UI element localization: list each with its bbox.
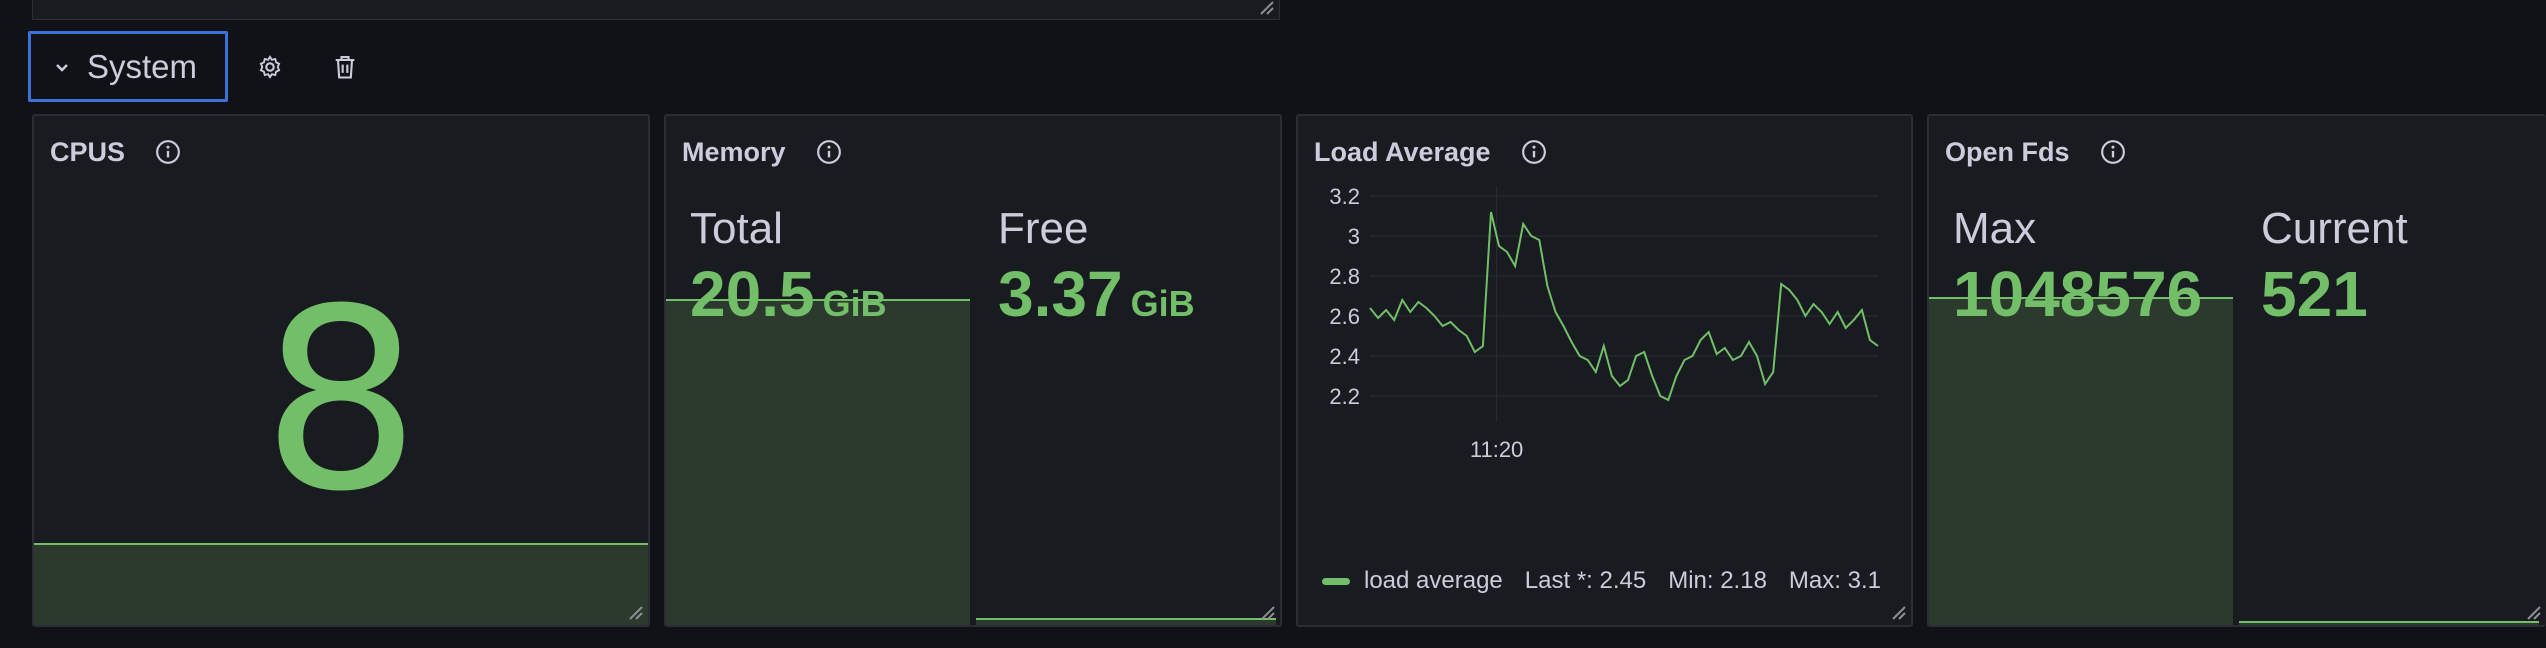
fds-max-sparkline-area [1929,297,2233,625]
chart-legend[interactable]: load average Last *: 2.45 Min: 2.18 Max:… [1322,567,1881,595]
legend-max: Max: 3.1 [1788,567,1881,594]
resize-handle-icon[interactable] [1255,0,1275,16]
y-tick-label: 2.2 [1329,384,1360,409]
memory-free-sparkline-area [976,618,1276,625]
info-icon[interactable] [155,139,181,165]
y-tick-label: 2.8 [1329,264,1360,289]
stat-value: 3.37 [998,258,1123,330]
memory-total-stat: Total 20.5 GiB [690,204,887,326]
stat-label: Max [1953,204,2037,253]
panel-open-fds: Open Fds Max 1048576 Current 521 [1927,114,2546,627]
panel-title: Open Fds [1945,136,2070,167]
y-tick-label: 2.6 [1329,304,1360,329]
memory-total-sparkline-area [666,299,970,625]
x-tick-label: 11:20 [1470,437,1523,462]
panel-load-average: Load Average 2.2 2.4 2.6 2.8 3 3.2 11:20 load … [1296,114,1913,627]
resize-handle-icon[interactable] [624,601,644,621]
fds-max-stat: Max 1048576 [1953,204,2202,326]
panel-title: CPUS [50,136,126,167]
cpu-count-value: 8 [261,255,421,546]
legend-swatch [1322,577,1350,585]
fds-current-sparkline-area [2239,621,2539,625]
row-delete-button[interactable] [327,49,363,85]
series-line-load-average[interactable] [1369,211,1879,402]
stat-label: Current [2261,204,2408,253]
fds-current-stat: Current 521 [2261,204,2408,326]
stat-unit: GiB [822,283,887,324]
panel-memory: Memory Total 20.5 GiB Free 3.37 GiB [664,114,1282,627]
stat-value: 20.5 [690,258,815,330]
resize-handle-icon[interactable] [1887,601,1907,621]
cpu-sparkline-area [34,543,648,625]
legend-last: Last *: 2.45 [1524,567,1647,594]
y-tick-label: 3.2 [1329,186,1360,209]
info-icon[interactable] [1521,139,1547,165]
y-tick-label: 2.4 [1329,344,1360,369]
row-settings-button[interactable] [252,49,288,85]
stat-label: Total [690,204,783,253]
trash-icon [335,56,355,79]
stat-value: 521 [2261,258,2368,330]
stat-label: Free [998,204,1089,253]
panel-header: Load Average [1314,132,1547,172]
panel-title: Memory [682,136,786,167]
resize-handle-icon[interactable] [2522,601,2542,621]
panel-header: Open Fds [1945,132,2126,172]
legend-series-name: load average [1364,567,1503,594]
info-icon[interactable] [816,139,842,165]
gear-icon [259,55,281,79]
panel-header: CPUS [50,132,181,172]
memory-free-stat: Free 3.37 GiB [998,204,1195,326]
row-header-system[interactable]: System [28,31,228,102]
panel-header: Memory [682,132,842,172]
stat-unit: GiB [1130,283,1195,324]
load-average-chart[interactable]: 2.2 2.4 2.6 2.8 3 3.2 11:20 [1298,186,1911,586]
panel-title: Load Average [1314,136,1491,167]
chevron-down-icon[interactable] [53,58,71,76]
resize-handle-icon[interactable] [1256,601,1276,621]
legend-min: Min: 2.18 [1668,567,1767,594]
y-tick-label: 3 [1348,224,1360,249]
previous-panel-remnant [32,0,1280,20]
stat-value: 1048576 [1953,258,2203,330]
row-title: System [87,47,198,85]
info-icon[interactable] [2100,139,2126,165]
panel-cpus: CPUS 8 [32,114,650,627]
